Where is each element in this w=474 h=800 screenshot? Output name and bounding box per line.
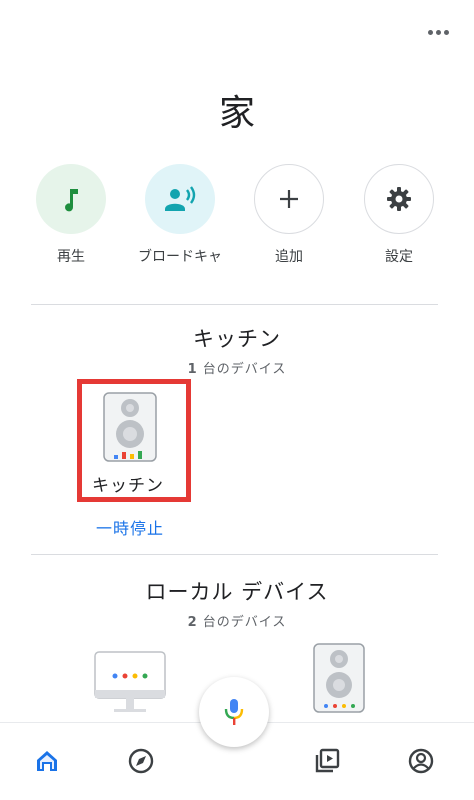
play-label: 再生 (57, 249, 85, 265)
add-label: 追加 (275, 249, 303, 265)
speaker-icon (103, 392, 157, 462)
settings-button[interactable] (364, 164, 434, 234)
room-subtitle-local-devices: 2 台のデバイス (0, 611, 474, 630)
nav-home[interactable] (27, 743, 67, 779)
display-icon[interactable] (94, 651, 166, 713)
device-count: 1 (187, 362, 198, 377)
room-subtitle-kitchen: 1 台のデバイス (0, 358, 474, 377)
pause-link[interactable]: 一時停止 (96, 515, 164, 539)
more-options-button[interactable] (424, 22, 452, 42)
home-title: 家 (218, 93, 255, 134)
mic-button[interactable] (199, 677, 269, 747)
broadcast-icon (165, 186, 196, 211)
explore-icon (128, 748, 154, 774)
play-action[interactable]: 再生 (16, 164, 126, 266)
device-count: 2 (187, 615, 198, 630)
broadcast-action[interactable]: ブロードキャ (125, 164, 235, 266)
broadcast-label: ブロードキャ (138, 249, 222, 265)
broadcast-button[interactable] (145, 164, 215, 234)
home-icon (37, 751, 57, 771)
divider (31, 554, 438, 555)
more-horiz-icon (427, 29, 433, 35)
music-note-icon (65, 189, 78, 212)
device-count-label: 台のデバイス (202, 615, 287, 630)
divider (31, 304, 438, 305)
device-count-label: 台のデバイス (202, 362, 287, 377)
plus-icon (280, 190, 298, 208)
mic-icon (224, 699, 244, 725)
add-action[interactable]: 追加 (234, 164, 344, 266)
quick-actions: 再生 ブロードキャ 追加 設定 (0, 164, 474, 274)
settings-label: 設定 (385, 249, 413, 265)
room-title-kitchen: キッチン (193, 327, 281, 351)
gear-icon (387, 187, 411, 211)
nav-media[interactable] (307, 743, 347, 779)
media-icon (315, 748, 340, 773)
nav-account[interactable] (401, 743, 441, 779)
account-icon (408, 748, 434, 774)
add-button[interactable] (254, 164, 324, 234)
speaker-icon[interactable] (313, 643, 365, 713)
nav-explore[interactable] (121, 743, 161, 779)
device-name-kitchen: キッチン (92, 476, 164, 496)
room-title-local-devices: ローカル デバイス (145, 580, 329, 604)
settings-action[interactable]: 設定 (344, 164, 454, 266)
play-button[interactable] (36, 164, 106, 234)
